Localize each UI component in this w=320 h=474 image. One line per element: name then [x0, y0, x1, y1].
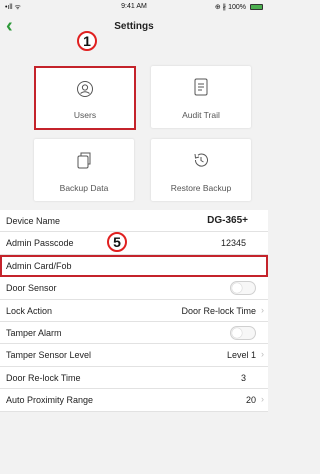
admin-card-fob-row[interactable]: Admin Card/Fob: [0, 254, 268, 278]
callout-1: 1: [77, 31, 97, 51]
copy-icon: [34, 151, 134, 174]
backup-data-tile[interactable]: Backup Data: [34, 139, 134, 201]
door-relock-time-row[interactable]: Door Re-lock Time 3: [0, 367, 268, 390]
row-label: Lock Action: [6, 305, 53, 316]
users-tile-label: Users: [73, 110, 97, 120]
row-label: Admin Passcode: [6, 238, 74, 249]
admin-passcode-row[interactable]: Admin Passcode 12345: [0, 232, 268, 255]
users-tile[interactable]: Users: [34, 66, 136, 130]
chevron-right-icon: ›: [261, 349, 264, 360]
user-circle-icon: [36, 80, 134, 103]
document-icon: [151, 78, 251, 101]
row-label: Tamper Alarm: [6, 327, 62, 338]
settings-list: Device Name DG-365+ Admin Passcode 12345…: [0, 210, 268, 412]
row-label: Tamper Sensor Level: [6, 350, 92, 361]
door-sensor-toggle[interactable]: [230, 281, 256, 296]
restore-backup-tile[interactable]: Restore Backup: [151, 139, 251, 201]
audit-trail-tile-label: Audit Trail: [182, 110, 220, 120]
auto-proximity-range-row[interactable]: Auto Proximity Range 20 ›: [0, 389, 268, 412]
row-label: Door Sensor: [6, 283, 57, 294]
chevron-right-icon: ›: [261, 304, 264, 315]
row-value: Level 1: [226, 350, 256, 361]
tamper-alarm-toggle[interactable]: [230, 325, 256, 340]
battery-icon: [250, 4, 263, 10]
history-icon: [151, 151, 251, 174]
row-value: 12345: [220, 238, 246, 249]
row-label: Admin Card/Fob: [6, 260, 72, 271]
callout-5: 5: [107, 232, 127, 252]
row-value: DG-365+: [207, 215, 248, 226]
row-label: Auto Proximity Range: [6, 395, 94, 406]
backup-data-tile-label: Backup Data: [59, 183, 109, 193]
row-value: Door Re-lock Time: [181, 305, 256, 316]
row-value: 3: [240, 372, 246, 383]
status-bar: •ıll ᯤ 9:41 AM ⊕ ∦ 100%: [0, 0, 268, 14]
battery-label: ⊕ ∦ 100%: [214, 4, 246, 11]
audit-trail-tile[interactable]: Audit Trail: [151, 66, 251, 128]
restore-backup-tile-label: Restore Backup: [170, 183, 232, 193]
device-name-row[interactable]: Device Name DG-365+: [0, 210, 268, 233]
nav-bar: ‹ Settings: [0, 14, 268, 40]
tamper-alarm-row: Tamper Alarm: [0, 322, 268, 345]
lock-action-row[interactable]: Lock Action Door Re-lock Time ›: [0, 300, 268, 322]
tamper-sensor-level-row[interactable]: Tamper Sensor Level Level 1 ›: [0, 344, 268, 367]
door-sensor-row: Door Sensor: [0, 277, 268, 300]
row-label: Device Name: [6, 216, 61, 226]
row-value: 20: [245, 395, 256, 406]
page-title: Settings: [114, 21, 154, 32]
row-label: Door Re-lock Time: [6, 372, 81, 383]
chevron-right-icon: ›: [261, 394, 264, 405]
